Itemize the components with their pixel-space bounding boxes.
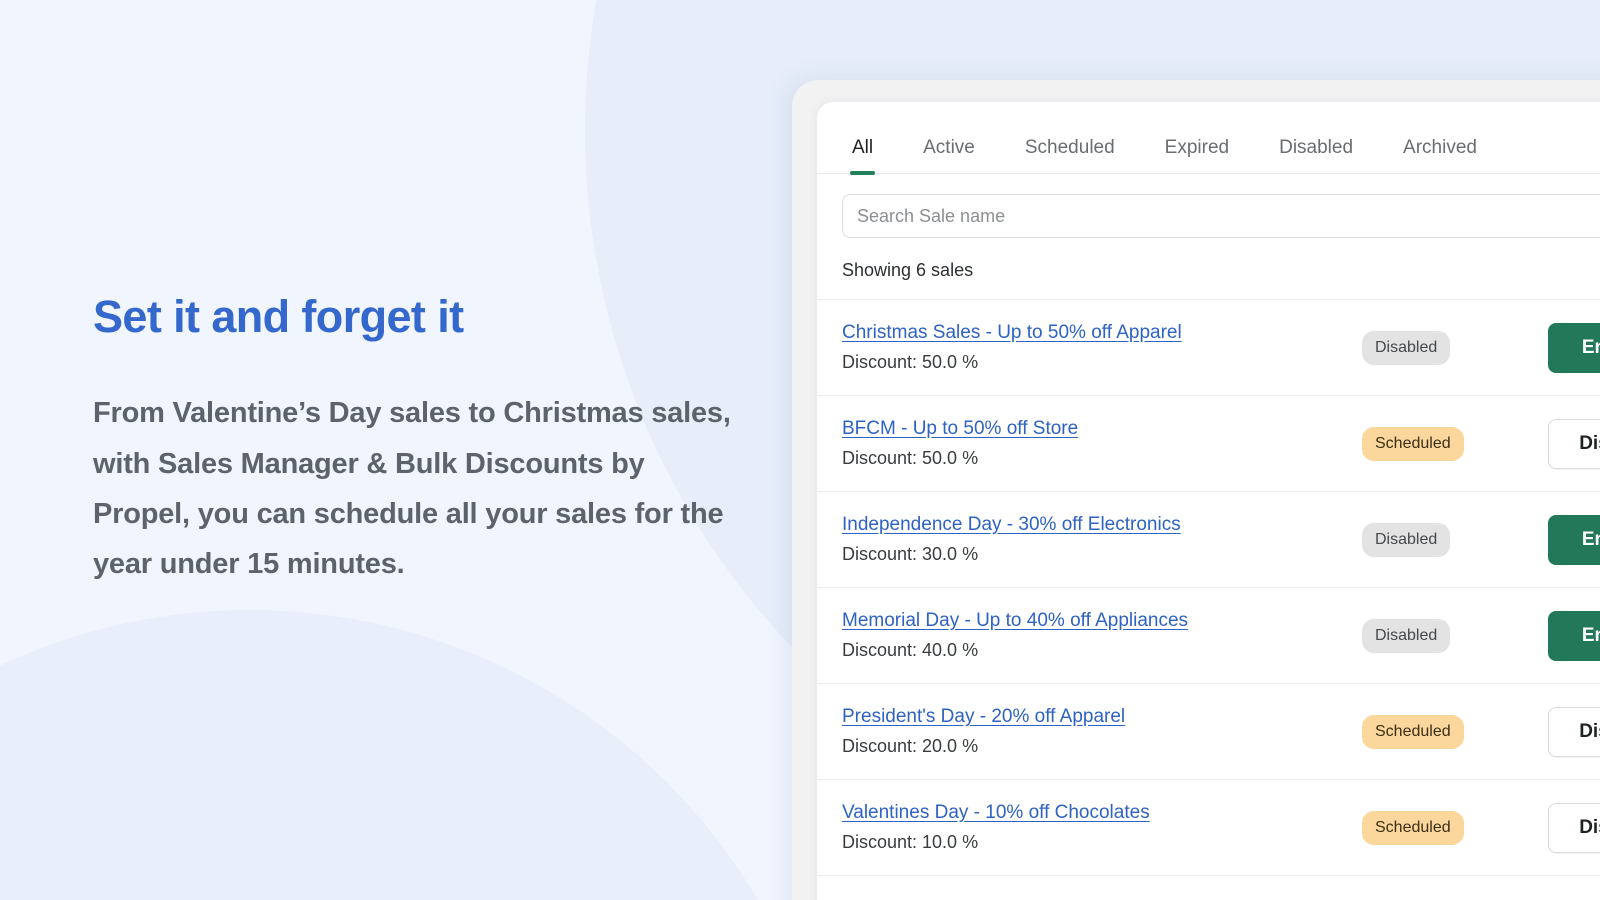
action-cell: Enable bbox=[1522, 322, 1600, 373]
disable-sale-button[interactable]: Disable bbox=[1548, 418, 1600, 469]
sale-name-link[interactable]: Christmas Sales - Up to 50% off Apparel bbox=[842, 322, 1182, 344]
status-badge: Scheduled bbox=[1362, 810, 1464, 845]
tab-all[interactable]: All bbox=[835, 137, 890, 175]
status-cell: Disabled bbox=[1362, 618, 1522, 653]
sale-info: Christmas Sales - Up to 50% off Apparel D… bbox=[842, 322, 1362, 373]
results-count: Showing 6 sales bbox=[817, 238, 1600, 300]
sale-name-link[interactable]: President's Day - 20% off Apparel bbox=[842, 706, 1125, 728]
sale-row: Valentines Day - 10% off Chocolates Disco… bbox=[817, 780, 1600, 876]
status-filter-tabs: All Active Scheduled Expired Disabled Archive… bbox=[817, 102, 1600, 175]
sale-info: BFCM - Up to 50% off Store Discount: 50.0… bbox=[842, 418, 1362, 469]
sales-list: Christmas Sales - Up to 50% off Apparel D… bbox=[817, 300, 1600, 876]
sale-row: Independence Day - 30% off Electronics Di… bbox=[817, 492, 1600, 588]
enable-sale-button[interactable]: Enable bbox=[1548, 514, 1600, 565]
sale-name-link[interactable]: BFCM - Up to 50% off Store bbox=[842, 418, 1078, 440]
sale-discount-value: Discount: 10.0 % bbox=[842, 832, 979, 852]
disable-sale-button[interactable]: Disable bbox=[1548, 802, 1600, 853]
enable-sale-button[interactable]: Enable bbox=[1548, 322, 1600, 373]
sale-row: BFCM - Up to 50% off Store Discount: 50.0… bbox=[817, 396, 1600, 492]
background-arc-bottom bbox=[0, 610, 840, 900]
status-cell: Scheduled bbox=[1362, 714, 1522, 749]
action-cell: Disable bbox=[1522, 418, 1600, 469]
sale-row: Christmas Sales - Up to 50% off Apparel D… bbox=[817, 300, 1600, 396]
status-badge: Scheduled bbox=[1362, 714, 1464, 749]
sale-name-link[interactable]: Memorial Day - Up to 40% off Appliances bbox=[842, 610, 1188, 632]
promo-copy: Set it and forget it From Valentine’s Da… bbox=[93, 291, 743, 589]
search-bar-container bbox=[817, 174, 1600, 238]
sale-row: President's Day - 20% off Apparel Discoun… bbox=[817, 684, 1600, 780]
status-badge: Scheduled bbox=[1362, 426, 1464, 461]
sale-discount-value: Discount: 20.0 % bbox=[842, 736, 979, 756]
search-input[interactable] bbox=[842, 194, 1600, 238]
enable-sale-button[interactable]: Enable bbox=[1548, 610, 1600, 661]
sale-name-link[interactable]: Independence Day - 30% off Electronics bbox=[842, 514, 1181, 536]
sale-info: Memorial Day - Up to 40% off Appliances D… bbox=[842, 610, 1362, 661]
sale-discount-value: Discount: 50.0 % bbox=[842, 352, 979, 372]
sale-info: President's Day - 20% off Apparel Discoun… bbox=[842, 706, 1362, 757]
tab-expired[interactable]: Expired bbox=[1148, 137, 1246, 173]
status-badge: Disabled bbox=[1362, 330, 1451, 365]
status-cell: Disabled bbox=[1362, 330, 1522, 365]
promo-body: From Valentine’s Day sales to Christmas … bbox=[93, 397, 731, 580]
tab-active[interactable]: Active bbox=[906, 137, 992, 173]
tab-archived[interactable]: Archived bbox=[1386, 137, 1494, 173]
sale-info: Valentines Day - 10% off Chocolates Disco… bbox=[842, 802, 1362, 853]
action-cell: Disable bbox=[1522, 706, 1600, 757]
status-badge: Disabled bbox=[1362, 522, 1451, 557]
status-cell: Disabled bbox=[1362, 522, 1522, 557]
status-cell: Scheduled bbox=[1362, 426, 1522, 461]
sale-info: Independence Day - 30% off Electronics Di… bbox=[842, 514, 1362, 565]
action-cell: Enable bbox=[1522, 610, 1600, 661]
sale-discount-value: Discount: 50.0 % bbox=[842, 448, 979, 468]
sale-row: Memorial Day - Up to 40% off Appliances D… bbox=[817, 588, 1600, 684]
sales-manager-card: All Active Scheduled Expired Disabled Archive… bbox=[817, 102, 1600, 900]
status-badge: Disabled bbox=[1362, 618, 1451, 653]
action-cell: Disable bbox=[1522, 802, 1600, 853]
disable-sale-button[interactable]: Disable bbox=[1548, 706, 1600, 757]
sale-discount-value: Discount: 40.0 % bbox=[842, 640, 979, 660]
app-window-frame: All Active Scheduled Expired Disabled Archive… bbox=[792, 80, 1600, 900]
promo-heading: Set it and forget it bbox=[93, 291, 464, 342]
tab-scheduled[interactable]: Scheduled bbox=[1008, 137, 1132, 173]
sale-name-link[interactable]: Valentines Day - 10% off Chocolates bbox=[842, 802, 1150, 824]
status-cell: Scheduled bbox=[1362, 810, 1522, 845]
tab-disabled[interactable]: Disabled bbox=[1262, 137, 1370, 173]
action-cell: Enable bbox=[1522, 514, 1600, 565]
sale-discount-value: Discount: 30.0 % bbox=[842, 544, 979, 564]
